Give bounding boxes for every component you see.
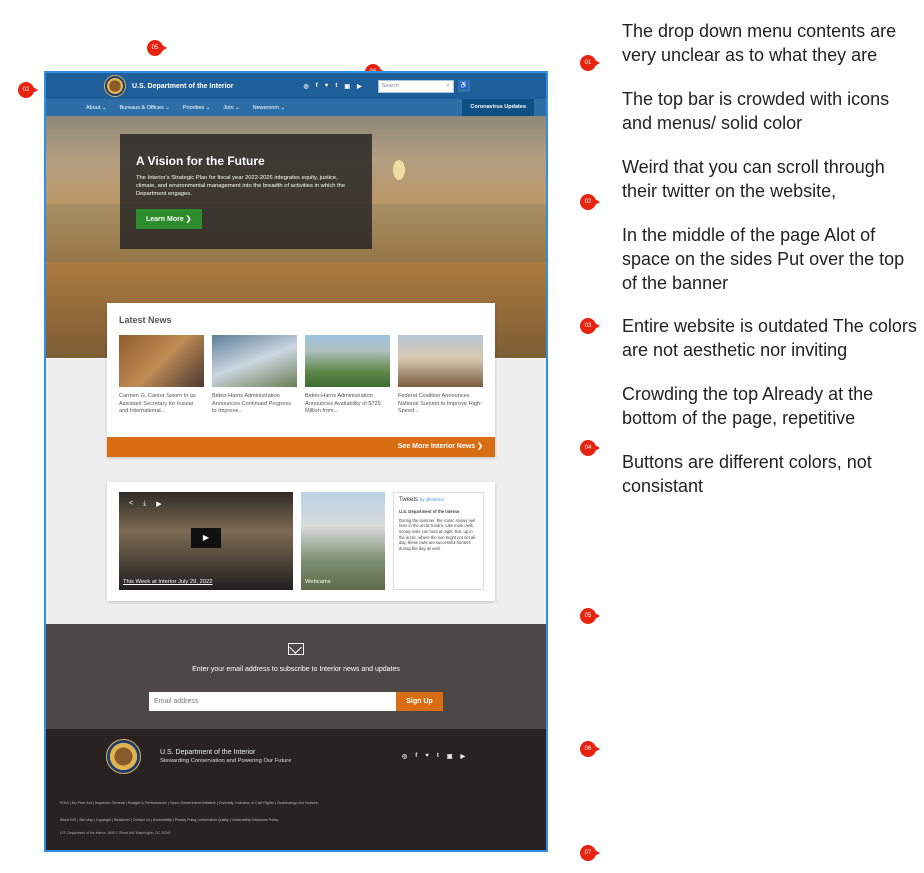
tweets-handle[interactable]: by @Interior xyxy=(420,497,445,502)
critique-note-04: In the middle of the page Alot of space … xyxy=(622,224,905,293)
nav-newsroom[interactable]: Newsroom ⌄ xyxy=(253,105,285,111)
instagram-icon[interactable]: ◎ xyxy=(402,753,407,760)
critique-notes: The drop down menu contents are very unc… xyxy=(622,20,922,519)
tumblr-icon[interactable]: t xyxy=(437,753,439,760)
share-icon[interactable]: < xyxy=(129,500,133,508)
twitter-icon[interactable]: ♥ xyxy=(325,83,329,90)
facebook-icon[interactable]: f xyxy=(316,83,318,90)
footer-tagline: Stewarding Conservation and Powering Our… xyxy=(160,758,292,764)
email-form: Email address Sign Up xyxy=(149,692,443,711)
latest-news-card: Latest News Carmen G. Cantor Sworn In as… xyxy=(107,303,495,457)
annotation-marker-02: 02 xyxy=(18,82,38,98)
critique-note-02: The top bar is crowded with icons and me… xyxy=(622,88,890,133)
site-title[interactable]: U.S. Department of the Interior xyxy=(132,83,234,90)
hero-text: The Interior's Strategic Plan for fiscal… xyxy=(136,175,346,197)
footer-org-name: U.S. Department of the Interior xyxy=(160,749,256,756)
footer: U.S. Department of the Interior Stewardi… xyxy=(46,729,546,850)
social-icons: ◎ f ♥ t ▣ ▶ xyxy=(304,83,362,90)
website-screenshot: U.S. Department of the Interior ◎ f ♥ t … xyxy=(44,71,548,852)
nav-about[interactable]: About ⌄ xyxy=(86,105,107,111)
tweets-title: Tweets xyxy=(399,497,419,503)
nav-priorities[interactable]: Priorities ⌄ xyxy=(183,105,211,111)
hero-sun xyxy=(393,160,405,180)
mail-icon xyxy=(288,643,304,655)
critique-note-03: Weird that you can scroll through their … xyxy=(622,156,885,201)
search-input[interactable]: Search ⌕ xyxy=(377,79,454,93)
see-more-news-button[interactable]: See More Interior News ❯ xyxy=(107,437,495,457)
play-icon[interactable]: ▶ xyxy=(191,528,221,548)
news-thumbnail[interactable] xyxy=(398,335,483,387)
video-caption[interactable]: This Week at Interior July 29, 2022 xyxy=(123,579,212,585)
news-headline[interactable]: Federal Coalition Announces National Sum… xyxy=(398,393,483,416)
doi-seal-icon xyxy=(104,75,126,97)
news-item[interactable]: Federal Coalition Announces National Sum… xyxy=(398,335,483,416)
facebook-icon[interactable]: f xyxy=(415,753,417,760)
news-headline[interactable]: Biden-Harris Administration Announces Co… xyxy=(212,393,297,416)
flickr-icon[interactable]: ▣ xyxy=(344,83,350,90)
critique-marker-01: 01 xyxy=(580,55,600,71)
news-item[interactable]: Carmen G. Cantor Sworn In as Assistant S… xyxy=(119,335,204,416)
tumblr-icon[interactable]: t xyxy=(335,83,337,90)
top-bar: U.S. Department of the Interior ◎ f ♥ t … xyxy=(46,73,546,99)
news-headline[interactable]: Carmen G. Cantor Sworn In as Assistant S… xyxy=(119,393,204,416)
tweet-author[interactable]: U.S. Department of the Interior xyxy=(399,509,478,515)
footer-links[interactable]: FOIA | No Fear Act | Inspector General |… xyxy=(60,801,318,805)
media-card: < ⤓ ▶ ▶ This Week at Interior July 29, 2… xyxy=(107,482,495,601)
hero-title: A Vision for the Future xyxy=(136,154,265,168)
video-player[interactable]: < ⤓ ▶ ▶ This Week at Interior July 29, 2… xyxy=(119,492,293,590)
webcams-label[interactable]: Webcams xyxy=(305,579,331,585)
news-item[interactable]: Biden-Harris Administration Announces Av… xyxy=(305,335,390,416)
critique-note-07: Buttons are different colors, not consis… xyxy=(622,452,872,497)
critique-note-06: Crowding the top Already at the bottom o… xyxy=(622,384,874,429)
search-placeholder: Search xyxy=(381,83,400,89)
news-thumbnail[interactable] xyxy=(305,335,390,387)
tweets-header: Tweets by @Interior xyxy=(399,497,478,503)
nav-bureaus[interactable]: Bureaus & Offices ⌄ xyxy=(120,105,170,111)
download-icon[interactable]: ⤓ xyxy=(143,500,146,508)
accessibility-icon[interactable]: ♿ xyxy=(457,80,470,92)
coronavirus-updates-button[interactable]: Coronavirus Updates xyxy=(462,99,534,116)
tweet-text: During the summer, the iconic snowy owl … xyxy=(399,517,476,552)
instagram-icon[interactable]: ◎ xyxy=(304,83,309,90)
critique-marker-06: 06 xyxy=(580,741,600,757)
footer-title: U.S. Department of the Interior Stewardi… xyxy=(160,747,291,764)
hero-card: A Vision for the Future The Interior's S… xyxy=(120,134,372,249)
news-headline[interactable]: Biden-Harris Administration Announces Av… xyxy=(305,393,390,416)
twitter-icon[interactable]: ♥ xyxy=(425,753,429,760)
flickr-icon[interactable]: ▣ xyxy=(447,753,453,760)
latest-news-heading: Latest News xyxy=(119,315,172,325)
critique-marker-04: 04 xyxy=(580,440,600,456)
email-input[interactable]: Email address xyxy=(149,692,396,711)
news-thumbnail[interactable] xyxy=(212,335,297,387)
critique-note-01: The drop down menu contents are very unc… xyxy=(622,21,897,65)
news-grid: Carmen G. Cantor Sworn In as Assistant S… xyxy=(119,335,483,416)
annotation-marker-05: 05 xyxy=(147,40,167,56)
news-item[interactable]: Biden-Harris Administration Announces Co… xyxy=(212,335,297,416)
webcams-panel[interactable]: Webcams xyxy=(301,492,385,590)
subscribe-section: Enter your email address to subscribe to… xyxy=(46,624,546,729)
footer-social-icons: ◎ f ♥ t ▣ ▶ xyxy=(402,753,465,760)
critique-marker-07: 07 xyxy=(580,845,600,861)
footer-seal-icon xyxy=(106,739,141,774)
footer-address: U.S. Department of the Interior 1849 C S… xyxy=(60,831,171,835)
sign-up-button[interactable]: Sign Up xyxy=(396,692,443,711)
twitter-feed[interactable]: Tweets by @Interior U.S. Department of t… xyxy=(393,492,484,590)
youtube-icon[interactable]: ▶ xyxy=(156,500,161,508)
news-thumbnail[interactable] xyxy=(119,335,204,387)
nav-join[interactable]: Join ⌄ xyxy=(223,105,239,111)
footer-links-secondary[interactable]: About DOI | Site Map | Copyright | Discl… xyxy=(60,818,278,822)
video-controls: < ⤓ ▶ xyxy=(129,500,162,508)
subscribe-text: Enter your email address to subscribe to… xyxy=(192,666,400,673)
critique-marker-05: 05 xyxy=(580,608,600,624)
search-icon[interactable]: ⌕ xyxy=(447,83,450,90)
critique-note-05: Entire website is outdated The colors ar… xyxy=(622,316,917,361)
critique-marker-02: 02 xyxy=(580,194,600,210)
youtube-icon[interactable]: ▶ xyxy=(460,753,465,760)
main-nav: About ⌄ Bureaus & Offices ⌄ Priorities ⌄… xyxy=(46,99,546,116)
learn-more-button[interactable]: Learn More ❯ xyxy=(136,209,202,230)
critique-marker-03: 03 xyxy=(580,318,600,334)
youtube-icon[interactable]: ▶ xyxy=(357,83,362,90)
